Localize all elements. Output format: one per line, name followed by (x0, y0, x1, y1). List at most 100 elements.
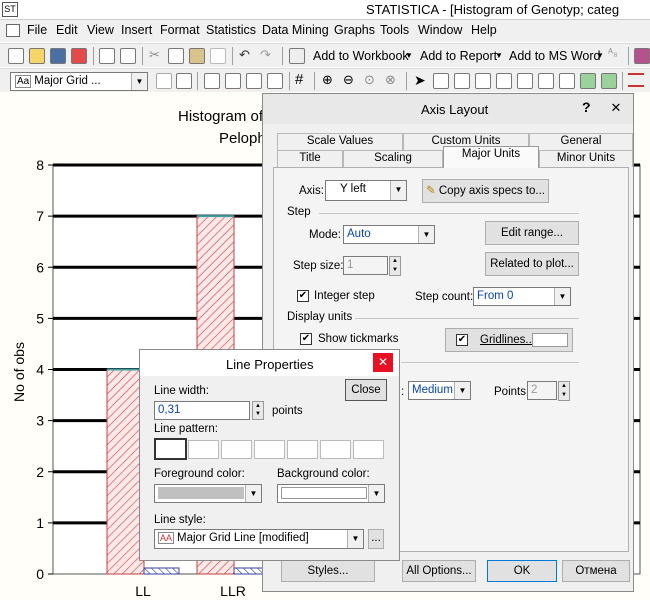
help-icon[interactable]: ? (582, 99, 591, 115)
pattern-dash[interactable] (188, 440, 219, 459)
add-to-workbook-button[interactable]: Add to Workbook (313, 49, 409, 63)
chevron-down-icon[interactable]: ▼ (495, 51, 503, 60)
menu-data-mining[interactable]: Data Mining (262, 23, 329, 37)
print-preview-icon[interactable] (120, 48, 136, 64)
menu-edit[interactable]: Edit (56, 23, 78, 37)
gridlines-button[interactable]: ✔ Gridlines... (445, 328, 573, 352)
styles-button[interactable]: Styles... (281, 560, 375, 582)
line-style-select[interactable]: AA Major Grid Line [modified] ▼ (154, 529, 364, 549)
new-icon[interactable] (8, 48, 24, 64)
close-icon[interactable]: ✕ (599, 97, 633, 119)
element-selector-combo[interactable]: Aa Major Grid ... ▼ (10, 72, 148, 91)
add-to-msword-button[interactable]: Add to MS Word (509, 49, 600, 63)
points-input[interactable]: 2 (527, 381, 557, 400)
graph-layout-icon[interactable] (225, 73, 241, 89)
lock-icon[interactable] (580, 73, 596, 89)
label-tool-icon[interactable] (559, 73, 575, 89)
close-icon[interactable]: ✕ (373, 353, 393, 372)
menu-statistics[interactable]: Statistics (206, 23, 256, 37)
book-icon[interactable] (634, 48, 650, 64)
format-painter-icon[interactable] (210, 48, 226, 64)
close-button[interactable]: Close (345, 379, 387, 401)
marker-tool-icon[interactable] (517, 73, 533, 89)
undo-icon[interactable]: ↶ (239, 47, 250, 63)
cut-icon[interactable]: ✂ (149, 47, 160, 63)
document-icon[interactable] (6, 24, 20, 37)
zoom-out-icon[interactable]: ⊖ (343, 72, 354, 88)
step-size-input[interactable]: 1 (343, 256, 388, 275)
properties-icon[interactable] (156, 73, 172, 89)
zoom-reset-icon[interactable]: ⊗ (385, 72, 396, 88)
gridlines-checkbox[interactable]: ✔ (456, 333, 468, 346)
copy-axis-specs-button[interactable]: ✎ Copy axis specs to... (422, 179, 549, 203)
chevron-down-icon[interactable]: ▼ (554, 288, 570, 305)
cross-tool-icon[interactable] (538, 73, 554, 89)
tickmark-size-select[interactable]: Medium ▼ (408, 381, 471, 400)
line-icon[interactable] (628, 73, 644, 87)
tab-title[interactable]: Title (277, 150, 343, 167)
related-to-plot-button[interactable]: Related to plot... (485, 252, 579, 276)
points-spinner[interactable]: ▲ ▼ (558, 381, 570, 401)
draw-tool-icon[interactable] (454, 73, 470, 89)
line-width-spinner[interactable]: ▲ ▼ (252, 401, 264, 420)
menu-file[interactable]: File (27, 23, 47, 37)
edit-range-button[interactable]: Edit range... (485, 221, 579, 245)
tab-major-units[interactable]: Major Units (443, 146, 539, 168)
menu-insert[interactable]: Insert (121, 23, 152, 37)
pattern-dash-dot[interactable] (254, 440, 285, 459)
menu-format[interactable]: Format (160, 23, 200, 37)
menu-help[interactable]: Help (471, 23, 497, 37)
chevron-down-icon[interactable]: ▼ (454, 382, 470, 399)
pattern-dot[interactable] (221, 440, 252, 459)
menu-view[interactable]: View (87, 23, 114, 37)
add-to-report-button[interactable]: Add to Report (420, 49, 497, 63)
all-options-button[interactable]: All Options... (402, 560, 476, 582)
workbook-icon[interactable] (289, 48, 305, 64)
pattern-fine-dot[interactable] (320, 440, 351, 459)
cancel-button[interactable]: Отмена (562, 560, 630, 582)
menu-graphs[interactable]: Graphs (334, 23, 375, 37)
graph-fit-icon[interactable] (267, 73, 283, 89)
zoom-previous-icon[interactable]: ⊙ (364, 72, 375, 88)
chevron-down-icon[interactable]: ▼ (347, 530, 363, 548)
chevron-down-icon[interactable]: ▼ (405, 51, 413, 60)
open-folder-icon[interactable] (29, 48, 45, 64)
chevron-down-icon[interactable]: ▼ (596, 51, 604, 60)
pdf-icon[interactable] (71, 48, 87, 64)
edit-tool-icon[interactable] (475, 73, 491, 89)
pattern-solid[interactable] (154, 438, 187, 460)
tab-minor-units[interactable]: Minor Units (539, 150, 633, 167)
more-options-button[interactable]: ... (368, 529, 384, 549)
chevron-down-icon[interactable]: ▼ (390, 181, 406, 200)
brush-tool-icon[interactable] (496, 73, 512, 89)
tab-general[interactable]: General (529, 133, 633, 150)
integer-step-checkbox[interactable]: ✔ (297, 290, 309, 302)
copy-icon[interactable] (168, 48, 184, 64)
step-count-select[interactable]: From 0 ▼ (473, 287, 571, 306)
menu-tools[interactable]: Tools (380, 23, 409, 37)
menu-window[interactable]: Window (418, 23, 462, 37)
chevron-down-icon[interactable]: ▼ (245, 485, 261, 502)
chevron-down-icon[interactable]: ▼ (368, 485, 384, 502)
ok-button[interactable]: OK (487, 560, 557, 582)
foreground-color-select[interactable]: ▼ (154, 484, 262, 503)
save-icon[interactable] (50, 48, 66, 64)
paste-icon[interactable] (189, 48, 205, 64)
print-icon[interactable] (99, 48, 115, 64)
sort-az-icon[interactable]: ᴬ₈ (608, 47, 618, 59)
axis-select[interactable]: Y left ▼ (325, 180, 407, 201)
pattern-dash-dot-dot[interactable] (353, 440, 384, 459)
tab-scaling[interactable]: Scaling (343, 150, 443, 167)
show-tickmarks-checkbox[interactable]: ✔ (300, 333, 312, 345)
unlock-icon[interactable] (601, 73, 617, 89)
pointer-icon[interactable]: ➤ (414, 72, 426, 89)
mode-select[interactable]: Auto ▼ (343, 225, 435, 244)
tab-scale-values[interactable]: Scale Values (277, 133, 403, 150)
zoom-in-icon[interactable]: ⊕ (322, 72, 333, 88)
graph-data-icon[interactable] (246, 73, 262, 89)
graph-options-icon[interactable] (204, 73, 220, 89)
step-size-spinner[interactable]: ▲ ▼ (389, 256, 401, 276)
pattern-long-dash[interactable] (287, 440, 318, 459)
chevron-down-icon[interactable]: ▼ (418, 226, 434, 243)
grid-icon[interactable]: # (295, 71, 303, 88)
